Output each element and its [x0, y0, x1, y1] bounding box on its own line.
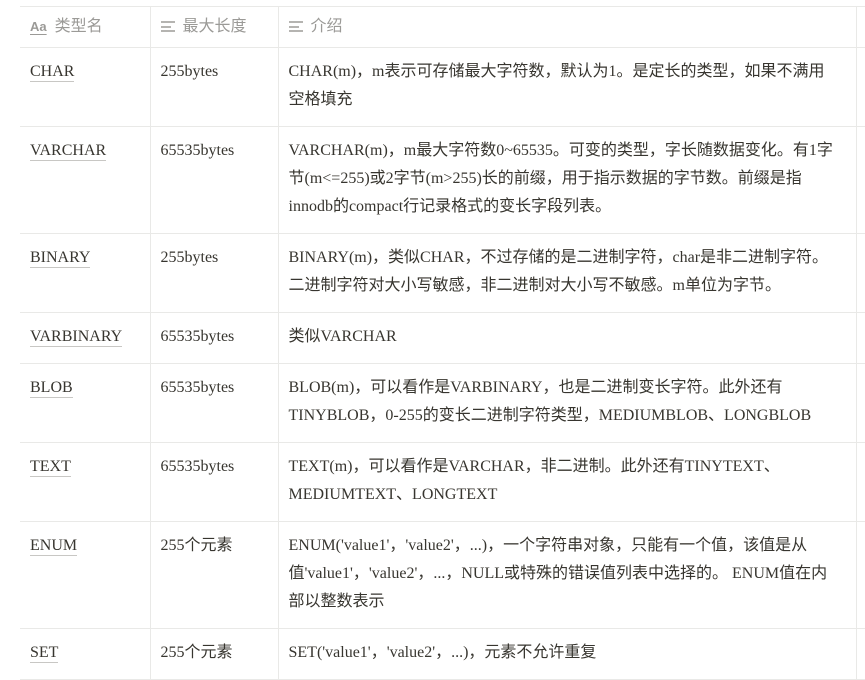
type-name-link[interactable]: VARCHAR	[30, 142, 107, 162]
cell-description[interactable]: CHAR(m)，m表示可存储最大字符数，默认为1。是定长的类型，如果不满用空格填…	[277, 47, 856, 128]
type-name-link[interactable]: ENUM	[30, 537, 78, 557]
cell-extra	[855, 521, 865, 630]
cell-extra	[855, 628, 865, 680]
cell-extra	[855, 312, 865, 365]
type-name-link[interactable]: BLOB	[30, 379, 73, 399]
type-name-link[interactable]: SET	[30, 644, 59, 664]
cell-type-name[interactable]: VARBINARY	[20, 312, 150, 365]
cell-type-name[interactable]: ENUM	[20, 521, 150, 630]
cell-max-length[interactable]: 255bytes	[149, 47, 278, 128]
text-type-icon: Aa	[30, 19, 47, 34]
cell-max-length[interactable]: 65535bytes	[149, 126, 278, 235]
cell-type-name[interactable]: SET	[20, 628, 150, 680]
cell-max-length[interactable]: 65535bytes	[149, 312, 278, 365]
cell-type-name[interactable]: VARCHAR	[20, 126, 150, 235]
table-row: CHAR 255bytes CHAR(m)，m表示可存储最大字符数，默认为1。是定长…	[20, 47, 865, 128]
cell-extra	[855, 442, 865, 523]
type-name-link[interactable]: CHAR	[30, 63, 75, 83]
column-header-max-length[interactable]: 最大长度	[149, 5, 278, 49]
cell-max-length[interactable]: 255bytes	[149, 233, 278, 314]
table-row: BLOB 65535bytes BLOB(m)，可以看作是VARBINARY，也是二…	[20, 363, 865, 444]
table-row: VARBINARY 65535bytes 类似VARCHAR	[20, 312, 865, 365]
cell-description[interactable]: 类似VARCHAR	[277, 312, 856, 365]
table-row: SET 255个元素 SET('value1'，'value2'，...)，元素不允…	[20, 628, 865, 680]
cell-type-name[interactable]: CHAR	[20, 47, 150, 128]
data-types-table: Aa 类型名 最大长度 介绍 CHAR 255bytes CHAR(m)，m表示可存储…	[20, 5, 865, 680]
cell-extra	[855, 363, 865, 444]
cell-description[interactable]: VARCHAR(m)，m最大字符数0~65535。可变的类型，字长随数据变化。有…	[277, 126, 856, 235]
cell-type-name[interactable]: BLOB	[20, 363, 150, 444]
text-lines-icon	[288, 21, 303, 33]
table-row: TEXT 65535bytes TEXT(m)，可以看作是VARCHAR，非二进制。…	[20, 442, 865, 523]
column-header-label: 最大长度	[182, 18, 247, 35]
cell-max-length[interactable]: 65535bytes	[149, 442, 278, 523]
cell-max-length[interactable]: 255个元素	[149, 521, 278, 630]
column-header-description[interactable]: 介绍	[277, 5, 856, 49]
cell-extra	[855, 47, 865, 128]
type-name-link[interactable]: VARBINARY	[30, 328, 123, 348]
table-header-row: Aa 类型名 最大长度 介绍	[20, 5, 865, 49]
table-row: ENUM 255个元素 ENUM('value1'，'value2'，...)，一个…	[20, 521, 865, 630]
cell-description[interactable]: BINARY(m)，类似CHAR，不过存储的是二进制字符，char是非二进制字符…	[277, 233, 856, 314]
cell-type-name[interactable]: BINARY	[20, 233, 150, 314]
cell-extra	[855, 126, 865, 235]
column-header-label: 介绍	[310, 18, 343, 35]
cell-extra	[855, 233, 865, 314]
column-header-type-name[interactable]: Aa 类型名	[20, 5, 150, 49]
cell-type-name[interactable]: TEXT	[20, 442, 150, 523]
cell-description[interactable]: TEXT(m)，可以看作是VARCHAR，非二进制。此外还有TINYTEXT、M…	[277, 442, 856, 523]
cell-description[interactable]: SET('value1'，'value2'，...)，元素不允许重复	[277, 628, 856, 680]
table-row: VARCHAR 65535bytes VARCHAR(m)，m最大字符数0~6553…	[20, 126, 865, 235]
cell-description[interactable]: ENUM('value1'，'value2'，...)，一个字符串对象，只能有一…	[277, 521, 856, 630]
table-row: BINARY 255bytes BINARY(m)，类似CHAR，不过存储的是二进制…	[20, 233, 865, 314]
cell-max-length[interactable]: 255个元素	[149, 628, 278, 680]
text-lines-icon	[160, 21, 175, 33]
add-column-cell[interactable]	[855, 5, 865, 49]
cell-max-length[interactable]: 65535bytes	[149, 363, 278, 444]
type-name-link[interactable]: BINARY	[30, 249, 91, 269]
type-name-link[interactable]: TEXT	[30, 458, 71, 478]
cell-description[interactable]: BLOB(m)，可以看作是VARBINARY，也是二进制变长字符。此外还有TIN…	[277, 363, 856, 444]
column-header-label: 类型名	[54, 18, 103, 36]
